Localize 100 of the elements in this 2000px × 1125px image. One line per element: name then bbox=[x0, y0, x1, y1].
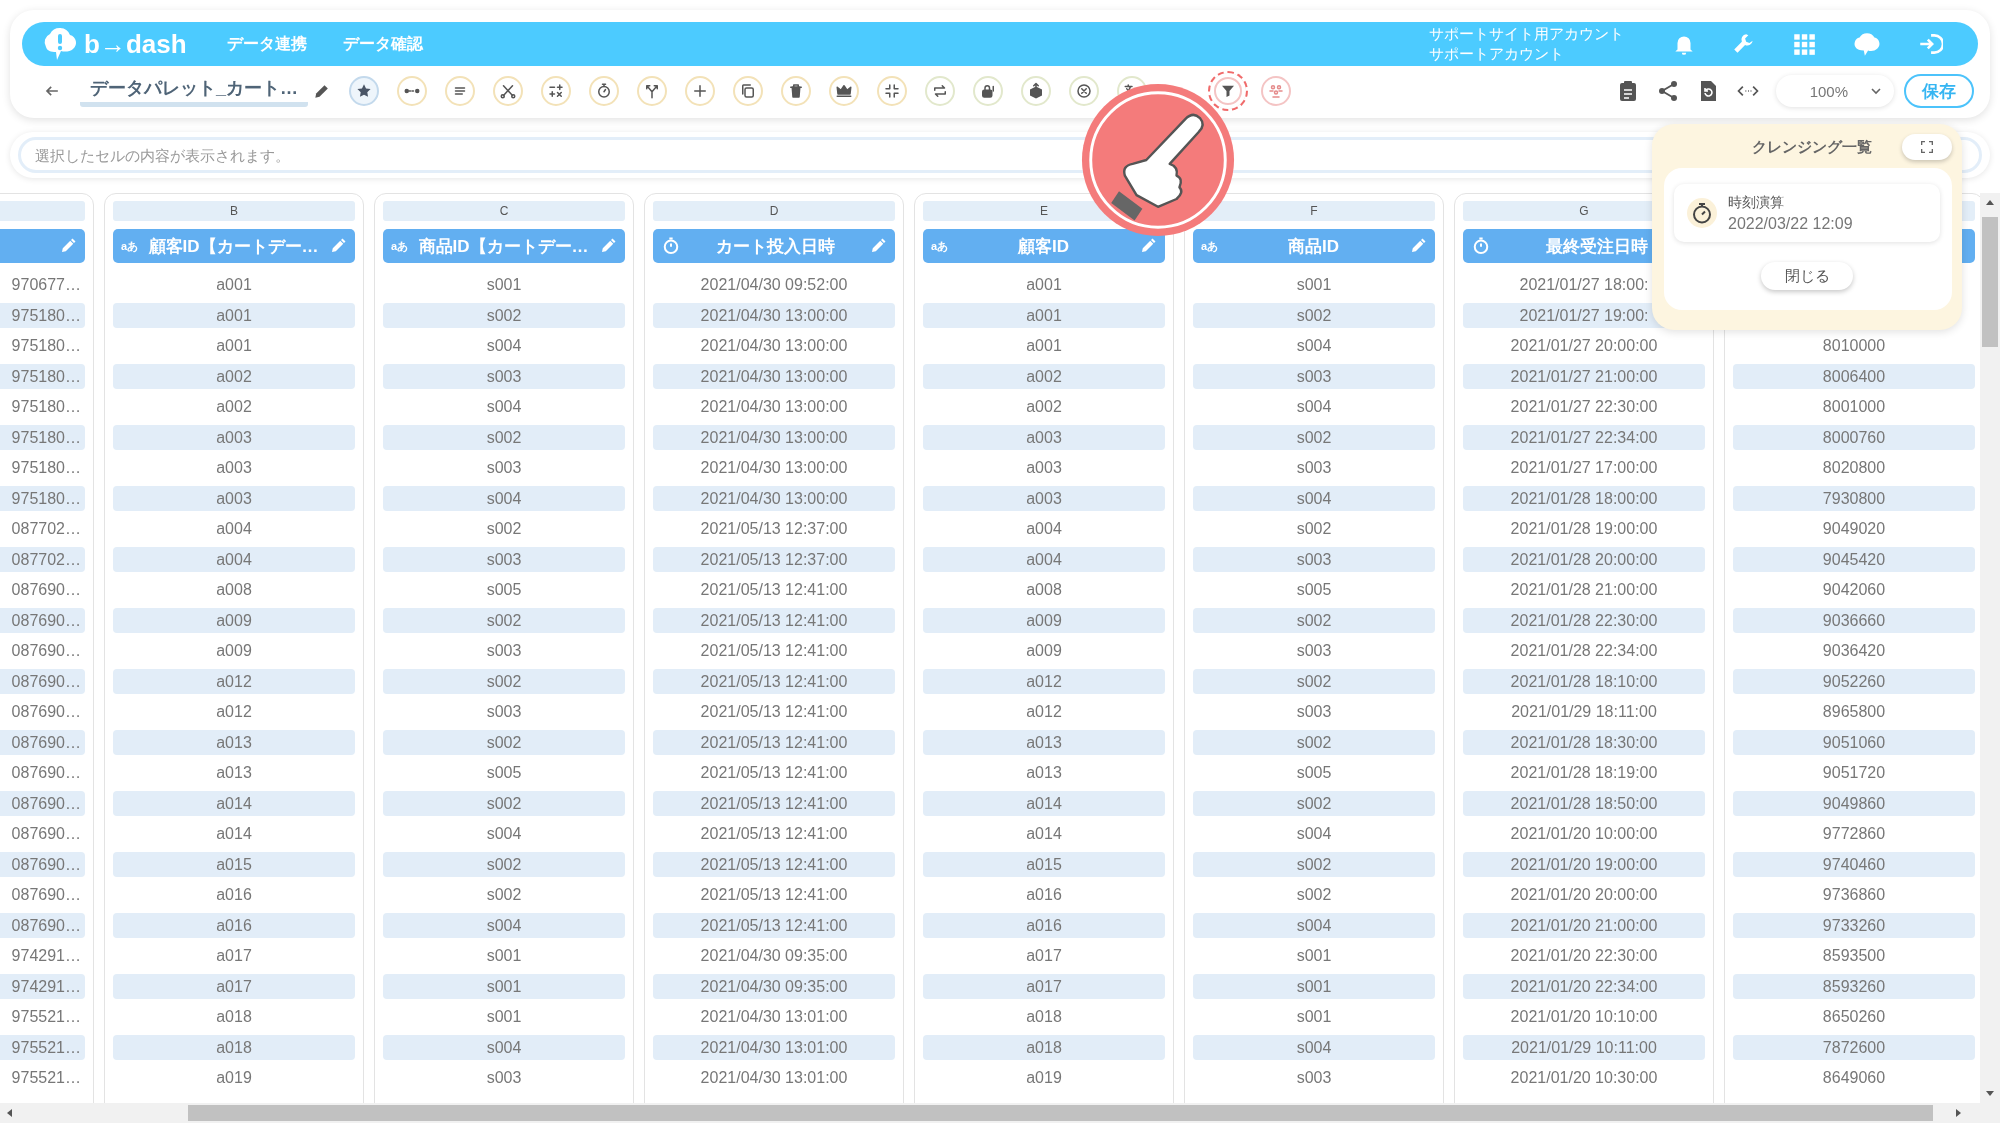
table-cell[interactable]: s002 bbox=[1193, 851, 1435, 877]
table-cell[interactable]: 2021/01/27 22:30:00 bbox=[1463, 394, 1705, 419]
table-cell[interactable]: a001 bbox=[923, 333, 1165, 358]
table-cell[interactable]: 9036420 bbox=[1733, 638, 1975, 663]
table-cell[interactable]: s004 bbox=[383, 1034, 625, 1060]
close-button[interactable]: 閉じる bbox=[1761, 262, 1853, 290]
table-cell[interactable]: 8593260 bbox=[1733, 973, 1975, 999]
table-cell[interactable]: a002 bbox=[923, 394, 1165, 419]
table-cell[interactable]: 2021/05/13 12:37:00 bbox=[653, 516, 895, 541]
table-cell[interactable]: s002 bbox=[383, 729, 625, 755]
table-cell[interactable]: s004 bbox=[1193, 821, 1435, 846]
table-cell[interactable]: 8000760 bbox=[1733, 424, 1975, 450]
table-cell[interactable]: 2021/05/13 12:41:00 bbox=[653, 851, 895, 877]
table-cell[interactable]: 2021/01/27 21:00:00 bbox=[1463, 363, 1705, 389]
table-cell[interactable]: 2021/05/13 12:41:00 bbox=[653, 668, 895, 694]
table-cell[interactable]: s003 bbox=[1193, 1065, 1435, 1090]
table-cell[interactable]: 2021/01/27 20:00:00 bbox=[1463, 333, 1705, 358]
column-header[interactable]: aあ 商品ID bbox=[1193, 229, 1435, 263]
table-cell[interactable]: 2021/01/20 10:30:00 bbox=[1463, 1065, 1705, 1090]
table-cell[interactable]: s002 bbox=[383, 668, 625, 694]
table-cell[interactable]: 2021/01/28 18:19:00 bbox=[1463, 760, 1705, 785]
table-cell[interactable]: s002 bbox=[383, 516, 625, 541]
table-cell[interactable]: 9049020 bbox=[1733, 516, 1975, 541]
table-cell[interactable]: 2021/01/20 22:34:00 bbox=[1463, 973, 1705, 999]
table-cell[interactable]: 7930800 bbox=[1733, 485, 1975, 511]
table-cell[interactable]: s003 bbox=[383, 638, 625, 663]
table-cell[interactable]: s003 bbox=[1193, 455, 1435, 480]
table-cell[interactable]: a002 bbox=[113, 394, 355, 419]
table-cell[interactable]: 087690… bbox=[0, 729, 85, 755]
table-cell[interactable]: a003 bbox=[113, 424, 355, 450]
table-cell[interactable]: a012 bbox=[923, 668, 1165, 694]
table-cell[interactable]: 8020800 bbox=[1733, 455, 1975, 480]
table-cell[interactable]: 2021/01/29 18:11:00 bbox=[1463, 699, 1705, 724]
table-cell[interactable]: s003 bbox=[383, 546, 625, 572]
table-cell[interactable]: s003 bbox=[1193, 638, 1435, 663]
table-cell[interactable]: 2021/01/28 21:00:00 bbox=[1463, 577, 1705, 602]
table-cell[interactable]: s004 bbox=[1193, 394, 1435, 419]
table-cell[interactable]: a002 bbox=[113, 363, 355, 389]
table-cell[interactable]: 2021/01/20 19:00:00 bbox=[1463, 851, 1705, 877]
scrollbar[interactable] bbox=[1980, 193, 2000, 1103]
table-cell[interactable]: 8650260 bbox=[1733, 1004, 1975, 1029]
table-cell[interactable]: s004 bbox=[383, 394, 625, 419]
table-cell[interactable]: a016 bbox=[923, 882, 1165, 907]
table-cell[interactable]: 087690… bbox=[0, 668, 85, 694]
table-cell[interactable]: 2021/04/30 09:35:00 bbox=[653, 973, 895, 999]
table-cell[interactable]: 9733260 bbox=[1733, 912, 1975, 938]
table-cell[interactable]: 9772860 bbox=[1733, 821, 1975, 846]
table-cell[interactable]: a019 bbox=[113, 1065, 355, 1090]
table-cell[interactable]: 975521… bbox=[0, 1004, 85, 1029]
table-cell[interactable]: s001 bbox=[1193, 973, 1435, 999]
table-cell[interactable]: s002 bbox=[1193, 882, 1435, 907]
table-cell[interactable]: a014 bbox=[113, 821, 355, 846]
table-cell[interactable]: 974291… bbox=[0, 973, 85, 999]
table-cell[interactable]: 087690… bbox=[0, 638, 85, 663]
table-cell[interactable]: 2021/01/27 22:34:00 bbox=[1463, 424, 1705, 450]
table-cell[interactable]: a019 bbox=[923, 1065, 1165, 1090]
table-cell[interactable]: s001 bbox=[1193, 943, 1435, 968]
table-cell[interactable]: 2021/04/30 13:00:00 bbox=[653, 363, 895, 389]
table-cell[interactable]: 975180… bbox=[0, 333, 85, 358]
table-cell[interactable]: s002 bbox=[1193, 607, 1435, 633]
column-letter[interactable]: C bbox=[383, 201, 625, 221]
table-cell[interactable]: 9740460 bbox=[1733, 851, 1975, 877]
table-cell[interactable]: s003 bbox=[383, 699, 625, 724]
scroll-right-icon[interactable] bbox=[1953, 1108, 1963, 1118]
column-letter[interactable]: B bbox=[113, 201, 355, 221]
table-cell[interactable]: 975521… bbox=[0, 1065, 85, 1090]
table-cell[interactable]: 2021/05/13 12:41:00 bbox=[653, 577, 895, 602]
tool-button[interactable] bbox=[1208, 71, 1248, 111]
table-cell[interactable]: a014 bbox=[923, 790, 1165, 816]
table-cell[interactable]: 2021/04/30 13:00:00 bbox=[653, 455, 895, 480]
table-cell[interactable]: s004 bbox=[1193, 1034, 1435, 1060]
table-cell[interactable]: s002 bbox=[1193, 668, 1435, 694]
scroll-left-icon[interactable] bbox=[5, 1108, 15, 1118]
table-cell[interactable]: a014 bbox=[113, 790, 355, 816]
table-cell[interactable]: 2021/05/13 12:41:00 bbox=[653, 729, 895, 755]
table-cell[interactable]: 8006400 bbox=[1733, 363, 1975, 389]
zoom-select[interactable]: 100% bbox=[1776, 75, 1894, 107]
table-cell[interactable]: s004 bbox=[383, 821, 625, 846]
table-cell[interactable]: 2021/01/20 10:10:00 bbox=[1463, 1004, 1705, 1029]
scrollbar-thumb[interactable] bbox=[188, 1105, 1933, 1121]
table-cell[interactable]: 2021/01/28 18:50:00 bbox=[1463, 790, 1705, 816]
table-cell[interactable]: 9051720 bbox=[1733, 760, 1975, 785]
table-cell[interactable]: 087690… bbox=[0, 821, 85, 846]
table-cell[interactable]: s002 bbox=[1193, 790, 1435, 816]
table-cell[interactable]: s001 bbox=[383, 272, 625, 297]
table-cell[interactable]: 2021/04/30 13:00:00 bbox=[653, 485, 895, 511]
table-cell[interactable]: a012 bbox=[923, 699, 1165, 724]
table-cell[interactable]: 2021/01/27 17:00:00 bbox=[1463, 455, 1705, 480]
table-cell[interactable]: s004 bbox=[1193, 333, 1435, 358]
scroll-down-icon[interactable] bbox=[1985, 1088, 1995, 1098]
table-cell[interactable]: 2021/04/30 13:01:00 bbox=[653, 1065, 895, 1090]
column-header[interactable]: aあ 商品ID【カートデー… bbox=[383, 229, 625, 263]
table-cell[interactable]: s003 bbox=[383, 363, 625, 389]
expand-button[interactable] bbox=[1902, 134, 1952, 160]
table-cell[interactable]: s004 bbox=[383, 912, 625, 938]
table-cell[interactable]: a009 bbox=[113, 638, 355, 663]
table-cell[interactable]: s005 bbox=[1193, 577, 1435, 602]
table-cell[interactable]: a017 bbox=[923, 973, 1165, 999]
table-cell[interactable]: s005 bbox=[1193, 760, 1435, 785]
table-cell[interactable]: a003 bbox=[113, 485, 355, 511]
